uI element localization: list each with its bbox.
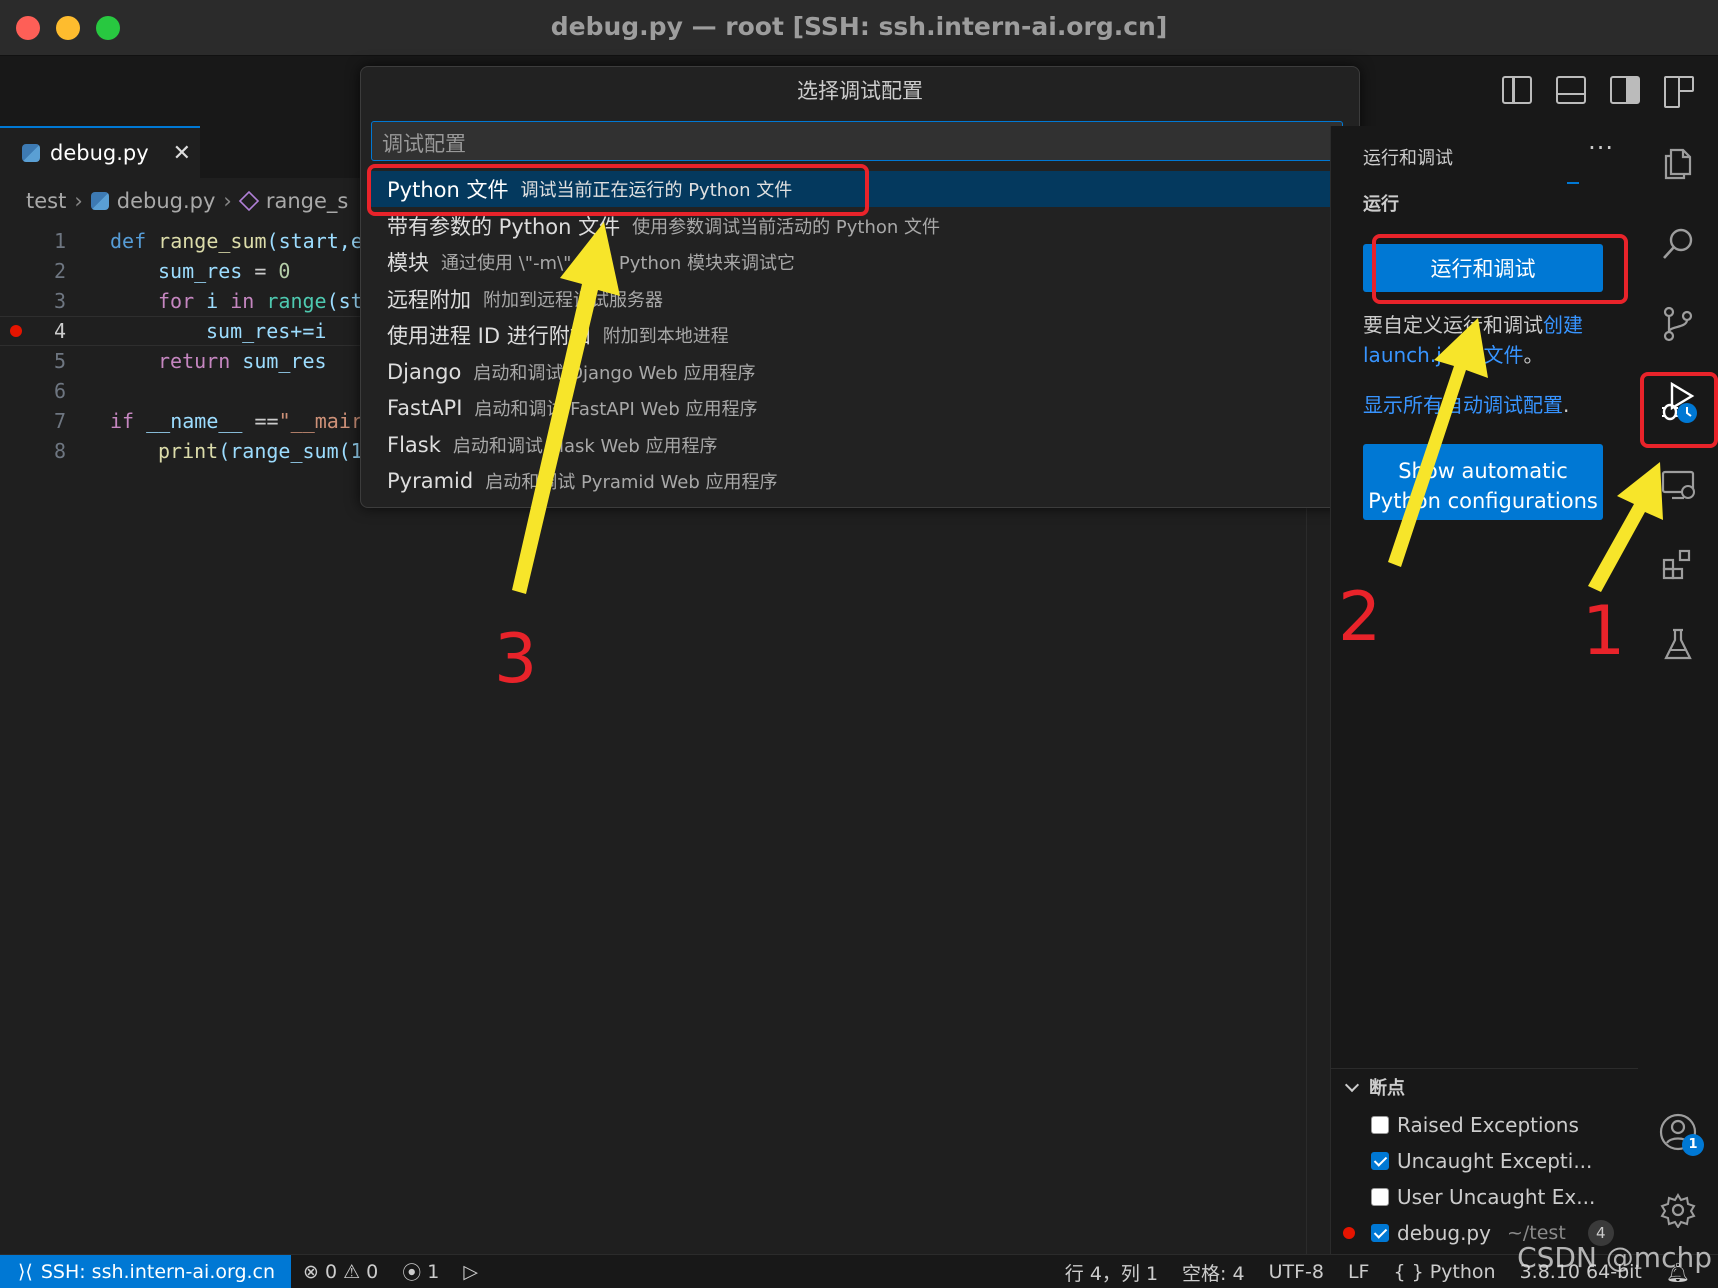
annotation-number-3: 3 (494, 620, 538, 699)
watermark: CSDN @mchp (1517, 1241, 1712, 1274)
annotation-number-2: 2 (1338, 578, 1382, 657)
arrow-1 (1588, 462, 1663, 592)
annotation-number-1: 1 (1582, 592, 1626, 671)
annotation-arrows (512, 222, 1663, 594)
arrow-3 (512, 222, 620, 594)
arrow-2 (1388, 318, 1488, 567)
